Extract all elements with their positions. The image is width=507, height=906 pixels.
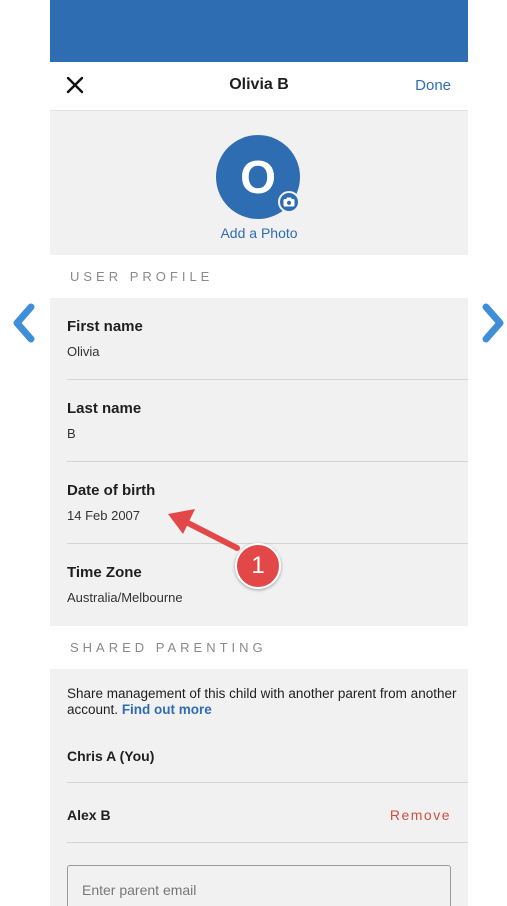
time-zone-value: Australia/Melbourne [67,590,183,605]
remove-parent-button[interactable]: Remove [390,807,451,823]
find-out-more-link[interactable]: Find out more [122,702,212,717]
camera-button[interactable] [278,191,300,213]
chevron-right-icon [482,303,504,343]
nav-bar: Olivia B Done [50,62,468,111]
first-name-field[interactable]: First name Olivia [50,298,468,380]
chevron-left-icon [13,303,35,343]
next-button[interactable] [481,302,507,344]
first-name-value: Olivia [67,344,100,359]
divider [67,842,468,843]
parent-email-input[interactable] [67,865,451,906]
add-photo-link[interactable]: Add a Photo [50,225,468,241]
shared-parenting-header: SHARED PARENTING [50,626,468,669]
last-name-value: B [67,426,76,441]
time-zone-label: Time Zone [67,564,142,581]
parent-name-current: Chris A (You) [67,748,155,764]
parent-name-other: Alex B [67,807,111,823]
user-profile-header: USER PROFILE [50,255,468,298]
camera-icon [283,197,295,207]
date-of-birth-label: Date of birth [67,482,156,499]
last-name-label: Last name [67,400,142,417]
shared-parenting-description: Share management of this child with anot… [67,686,462,718]
divider [67,782,468,783]
photo-area: O Add a Photo [50,111,468,255]
first-name-label: First name [67,318,143,335]
annotation-badge: 1 [235,543,281,589]
last-name-field[interactable]: Last name B [50,380,468,462]
previous-button[interactable] [10,302,36,344]
status-bar [50,0,468,62]
profile-screen: Olivia B Done O Add a Photo USER PROFILE… [50,0,468,906]
date-of-birth-value: 14 Feb 2007 [67,508,141,523]
done-button[interactable]: Done [415,77,451,94]
page-title: Olivia B [229,76,289,93]
date-of-birth-field[interactable]: Date of birth 14 Feb 2007 [50,462,468,544]
